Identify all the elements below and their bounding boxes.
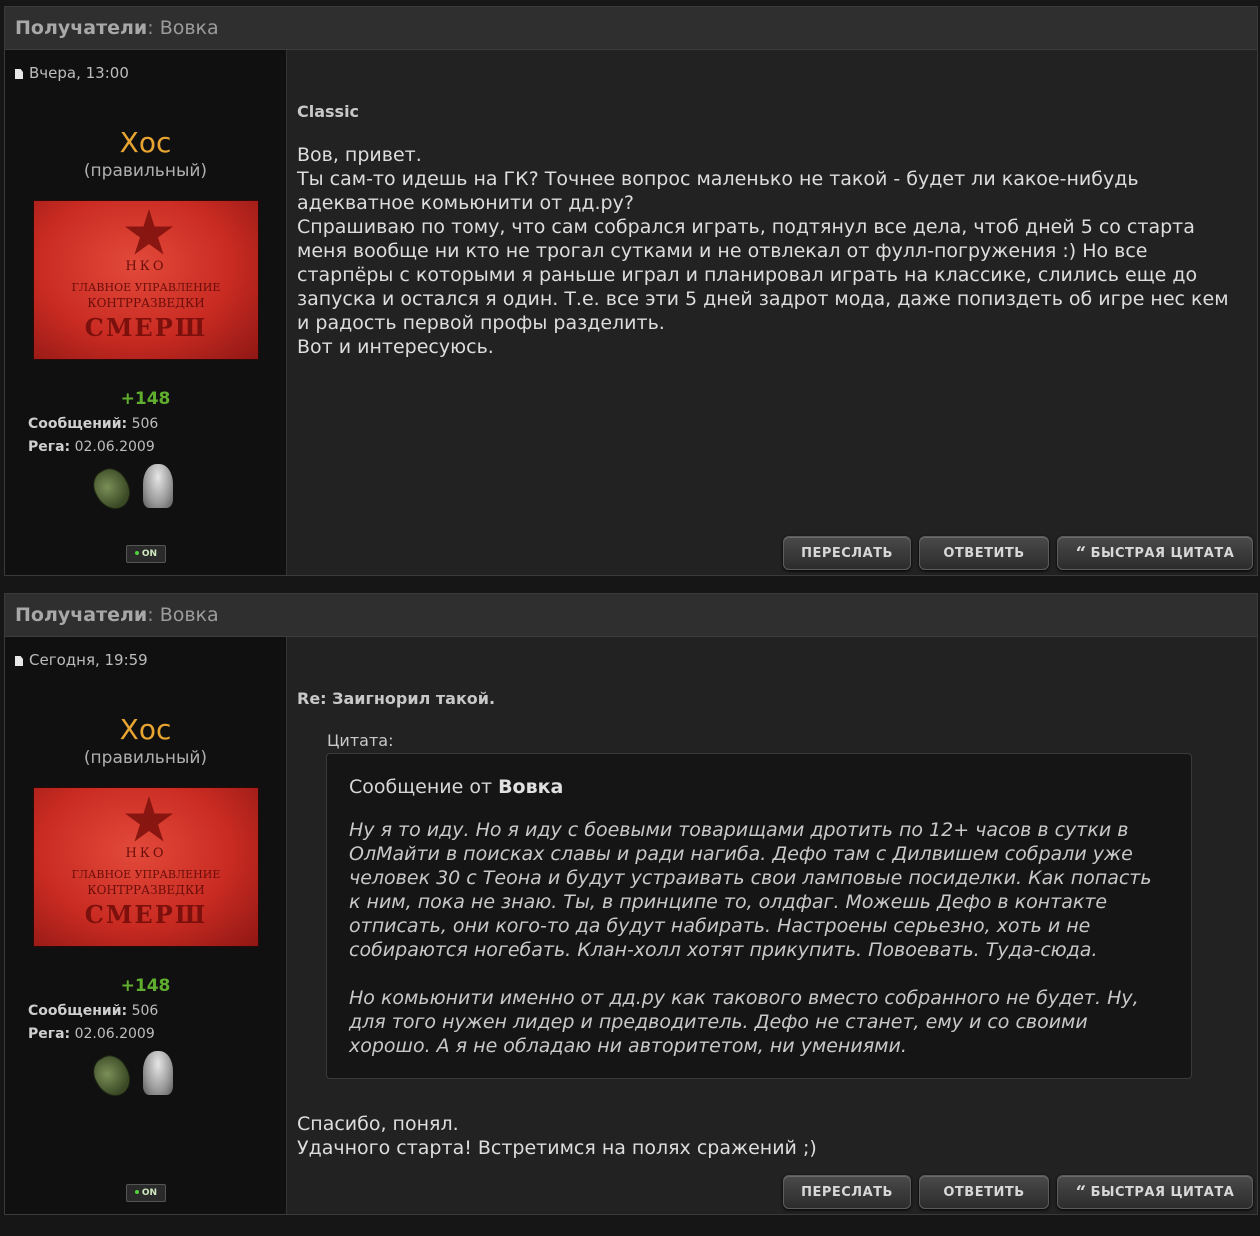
online-status: ON xyxy=(126,545,166,563)
quote-mark-icon: “ xyxy=(1075,1181,1087,1203)
bust-award-icon[interactable] xyxy=(143,1051,173,1095)
quote-paragraph: Ну я то иду. Но я иду с боевыми товарища… xyxy=(349,819,1152,961)
messages-count: Сообщений: 506 xyxy=(28,416,158,432)
recipient-name[interactable]: Вовка xyxy=(160,604,219,626)
online-dot-icon xyxy=(134,1190,139,1194)
avatar[interactable]: НКО ГЛАВНОЕ УПРАВЛЕНИЕ КОНТРРАЗВЕДКИ СМЕ… xyxy=(33,787,259,947)
avatar-text: СМЕРШ xyxy=(84,313,208,342)
post-icon xyxy=(15,69,23,79)
quick-quote-label: БЫСТРАЯ ЦИТАТА xyxy=(1090,545,1235,561)
avatar-text: КОНТРРАЗВЕДКИ xyxy=(87,296,205,310)
reg-value: 02.06.2009 xyxy=(74,1026,155,1042)
post-text: Вов, привет. Ты сам-то идешь на ГК? Точн… xyxy=(297,144,1229,358)
grenade-award-icon[interactable] xyxy=(86,1049,138,1103)
message-post: Получатели: Вовка Вчера, 13:00 Хос (прав… xyxy=(4,6,1258,576)
post-date: Вчера, 13:00 xyxy=(15,64,129,82)
forward-button[interactable]: ПЕРЕСЛАТЬ xyxy=(783,1175,911,1209)
post-title: Re: Заигнорил такой. xyxy=(297,689,496,708)
avatar-text: НКО xyxy=(125,259,167,274)
recipients-label: Получатели xyxy=(15,17,148,39)
post-date-text: Вчера, 13:00 xyxy=(29,64,129,82)
registration-date: Рега: 02.06.2009 xyxy=(28,1026,155,1042)
post-header: Получатели: Вовка xyxy=(5,594,1257,637)
message-post: Получатели: Вовка Сегодня, 19:59 Хос (пр… xyxy=(4,593,1258,1215)
bust-award-icon[interactable] xyxy=(143,464,173,508)
reply-button[interactable]: ОТВЕТИТЬ xyxy=(919,536,1049,570)
avatar[interactable]: НКО ГЛАВНОЕ УПРАВЛЕНИЕ КОНТРРАЗВЕДКИ СМЕ… xyxy=(33,200,259,360)
red-star-icon xyxy=(125,796,173,842)
user-title: (правильный) xyxy=(83,161,208,181)
post-actions: ПЕРЕСЛАТЬ ОТВЕТИТЬ “БЫСТРАЯ ЦИТАТА xyxy=(783,536,1253,570)
red-star-icon xyxy=(125,209,173,255)
avatar-text: ГЛАВНОЕ УПРАВЛЕНИЕ xyxy=(71,281,221,294)
post-title: Classic xyxy=(297,102,360,121)
quote-author[interactable]: Вовка xyxy=(498,776,563,798)
messages-value: 506 xyxy=(131,1003,159,1019)
quote-header: Сообщение от Вовка xyxy=(349,776,1169,798)
online-dot-icon xyxy=(134,551,139,555)
username[interactable]: Хос xyxy=(5,713,286,746)
messages-label: Сообщений: xyxy=(28,1003,128,1019)
avatar-text: КОНТРРАЗВЕДКИ xyxy=(87,883,205,897)
user-awards xyxy=(86,462,173,516)
avatar-text: ГЛАВНОЕ УПРАВЛЕНИЕ xyxy=(71,868,221,881)
recipients-label: Получатели xyxy=(15,604,148,626)
reputation[interactable]: +148 xyxy=(5,389,286,409)
recipients-separator: : xyxy=(147,17,154,39)
post-header: Получатели: Вовка xyxy=(5,7,1257,50)
quote-block: Сообщение от Вовка Ну я то иду. Но я иду… xyxy=(326,753,1192,1079)
quick-quote-label: БЫСТРАЯ ЦИТАТА xyxy=(1090,1184,1235,1200)
reg-label: Рега: xyxy=(28,1026,71,1042)
avatar-text: НКО xyxy=(125,846,167,861)
post-date-text: Сегодня, 19:59 xyxy=(29,651,148,669)
recipients-separator: : xyxy=(147,604,154,626)
quick-quote-button[interactable]: “БЫСТРАЯ ЦИТАТА xyxy=(1057,536,1253,570)
registration-date: Рега: 02.06.2009 xyxy=(28,439,155,455)
user-sidebar: Сегодня, 19:59 Хос (правильный) НКО ГЛАВ… xyxy=(5,637,287,1214)
quick-quote-button[interactable]: “БЫСТРАЯ ЦИТАТА xyxy=(1057,1175,1253,1209)
post-text: Спасибо, понял. Удачного старта! Встрети… xyxy=(297,1113,817,1159)
post-actions: ПЕРЕСЛАТЬ ОТВЕТИТЬ “БЫСТРАЯ ЦИТАТА xyxy=(783,1175,1253,1209)
user-sidebar: Вчера, 13:00 Хос (правильный) НКО ГЛАВНО… xyxy=(5,50,287,575)
username[interactable]: Хос xyxy=(5,126,286,159)
online-status: ON xyxy=(126,1184,166,1202)
quote-prefix: Сообщение от xyxy=(349,776,493,798)
messages-label: Сообщений: xyxy=(28,416,128,432)
quote-label: Цитата: xyxy=(327,731,394,750)
online-text: ON xyxy=(141,549,158,559)
user-awards xyxy=(86,1049,173,1103)
quote-mark-icon: “ xyxy=(1075,542,1087,564)
reputation[interactable]: +148 xyxy=(5,976,286,996)
grenade-award-icon[interactable] xyxy=(86,462,138,516)
reg-label: Рега: xyxy=(28,439,71,455)
post-icon xyxy=(15,656,23,666)
avatar-text: СМЕРШ xyxy=(84,900,208,929)
forward-button[interactable]: ПЕРЕСЛАТЬ xyxy=(783,536,911,570)
post-date: Сегодня, 19:59 xyxy=(15,651,148,669)
messages-count: Сообщений: 506 xyxy=(28,1003,158,1019)
online-text: ON xyxy=(141,1188,158,1198)
recipient-name[interactable]: Вовка xyxy=(160,17,219,39)
reply-button[interactable]: ОТВЕТИТЬ xyxy=(919,1175,1049,1209)
quote-paragraph: Но комьюнити именно от дд.ру как таковог… xyxy=(349,987,1139,1057)
messages-value: 506 xyxy=(131,416,159,432)
post-content: Classic Вов, привет. Ты сам-то идешь на … xyxy=(287,50,1257,575)
reg-value: 02.06.2009 xyxy=(74,439,155,455)
post-content: Re: Заигнорил такой. Цитата: Сообщение о… xyxy=(287,637,1257,1214)
user-title: (правильный) xyxy=(83,748,208,768)
